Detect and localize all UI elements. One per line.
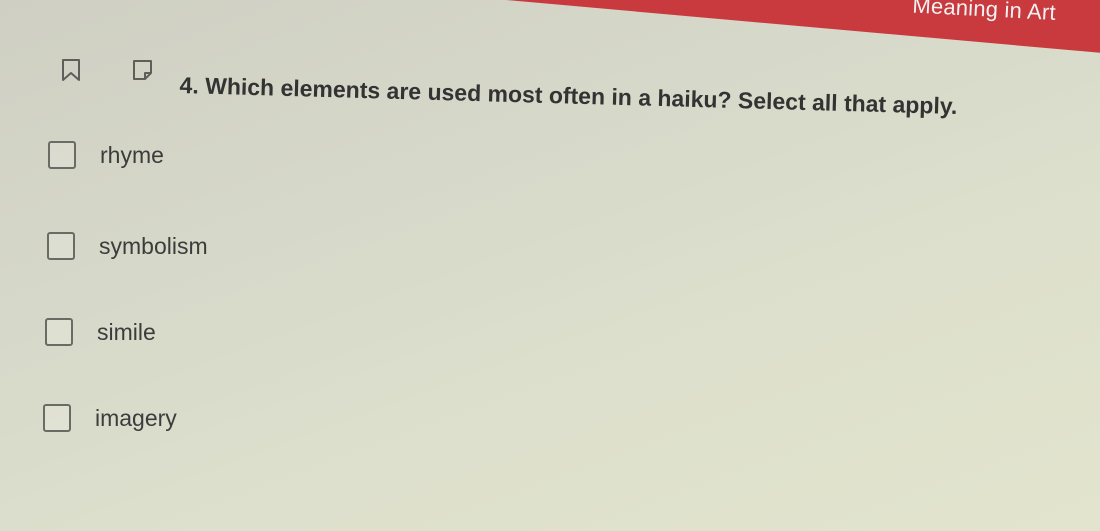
checkbox[interactable] bbox=[43, 404, 71, 432]
option-label: simile bbox=[97, 318, 156, 345]
option-imagery[interactable]: imagery bbox=[43, 404, 177, 432]
header-band: Meaning in Art bbox=[0, 0, 1100, 60]
option-symbolism[interactable]: symbolism bbox=[47, 232, 208, 260]
option-label: rhyme bbox=[100, 141, 164, 168]
lesson-title: Meaning in Art bbox=[911, 0, 1056, 25]
bookmark-icon[interactable] bbox=[60, 58, 82, 81]
checkbox[interactable] bbox=[45, 318, 73, 346]
option-label: symbolism bbox=[99, 232, 208, 259]
option-simile[interactable]: simile bbox=[45, 318, 156, 346]
checkbox[interactable] bbox=[48, 141, 76, 169]
checkbox[interactable] bbox=[47, 232, 75, 260]
note-icon[interactable] bbox=[131, 58, 153, 80]
question-text: 4. Which elements are used most often in… bbox=[179, 72, 958, 120]
option-rhyme[interactable]: rhyme bbox=[48, 141, 164, 169]
option-label: imagery bbox=[95, 404, 177, 431]
